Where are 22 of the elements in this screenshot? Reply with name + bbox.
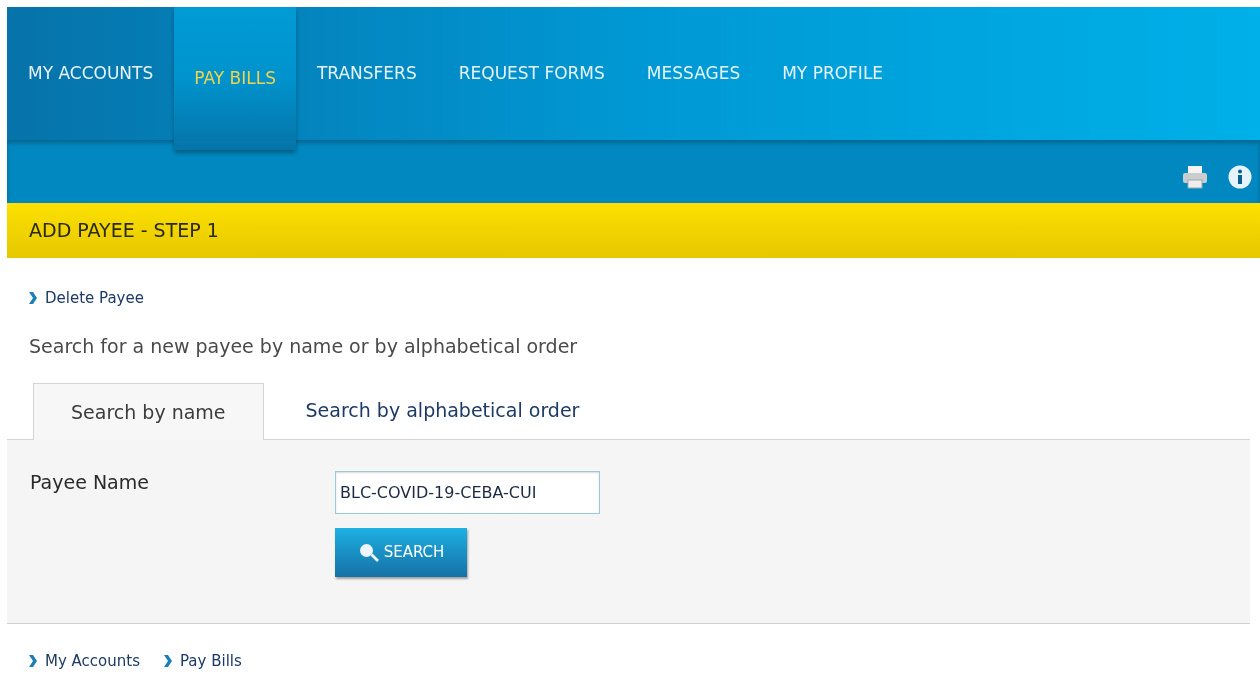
nav-link[interactable]: Delete Payee xyxy=(29,287,144,310)
section-title: ADD PAYEE - STEP 1 xyxy=(29,218,219,244)
printer-icon[interactable] xyxy=(1182,164,1208,189)
nav-tab[interactable]: TRANSFERS xyxy=(295,7,438,140)
info-icon[interactable] xyxy=(1228,164,1252,189)
search-tab[interactable]: Search by alphabetical order xyxy=(263,382,622,439)
nav-tab[interactable]: MESSAGES xyxy=(625,7,762,140)
nav-tab[interactable]: REQUEST FORMS xyxy=(437,7,626,140)
nav-tab[interactable]: PAY BILLS xyxy=(174,7,296,150)
nav-tab[interactable]: MY ACCOUNTS xyxy=(7,7,175,140)
nav-link[interactable]: My Accounts xyxy=(29,650,140,673)
payee-name-field[interactable]: BLC-COVID-19-CEBA-CUI xyxy=(335,471,600,514)
search-tab[interactable]: Search by name xyxy=(33,383,264,440)
chevron-icon xyxy=(29,292,37,305)
search-button[interactable]: SEARCH xyxy=(335,528,467,577)
intro-text: Search for a new payee by name or by alphabetical order xyxy=(29,333,579,359)
chevron-icon xyxy=(163,655,172,668)
chevron-icon xyxy=(29,655,37,668)
field-label: Payee Name xyxy=(30,470,150,495)
search-icon xyxy=(357,541,380,564)
nav-tab[interactable]: MY PROFILE xyxy=(761,7,905,140)
nav-link[interactable]: Pay Bills xyxy=(163,650,242,673)
